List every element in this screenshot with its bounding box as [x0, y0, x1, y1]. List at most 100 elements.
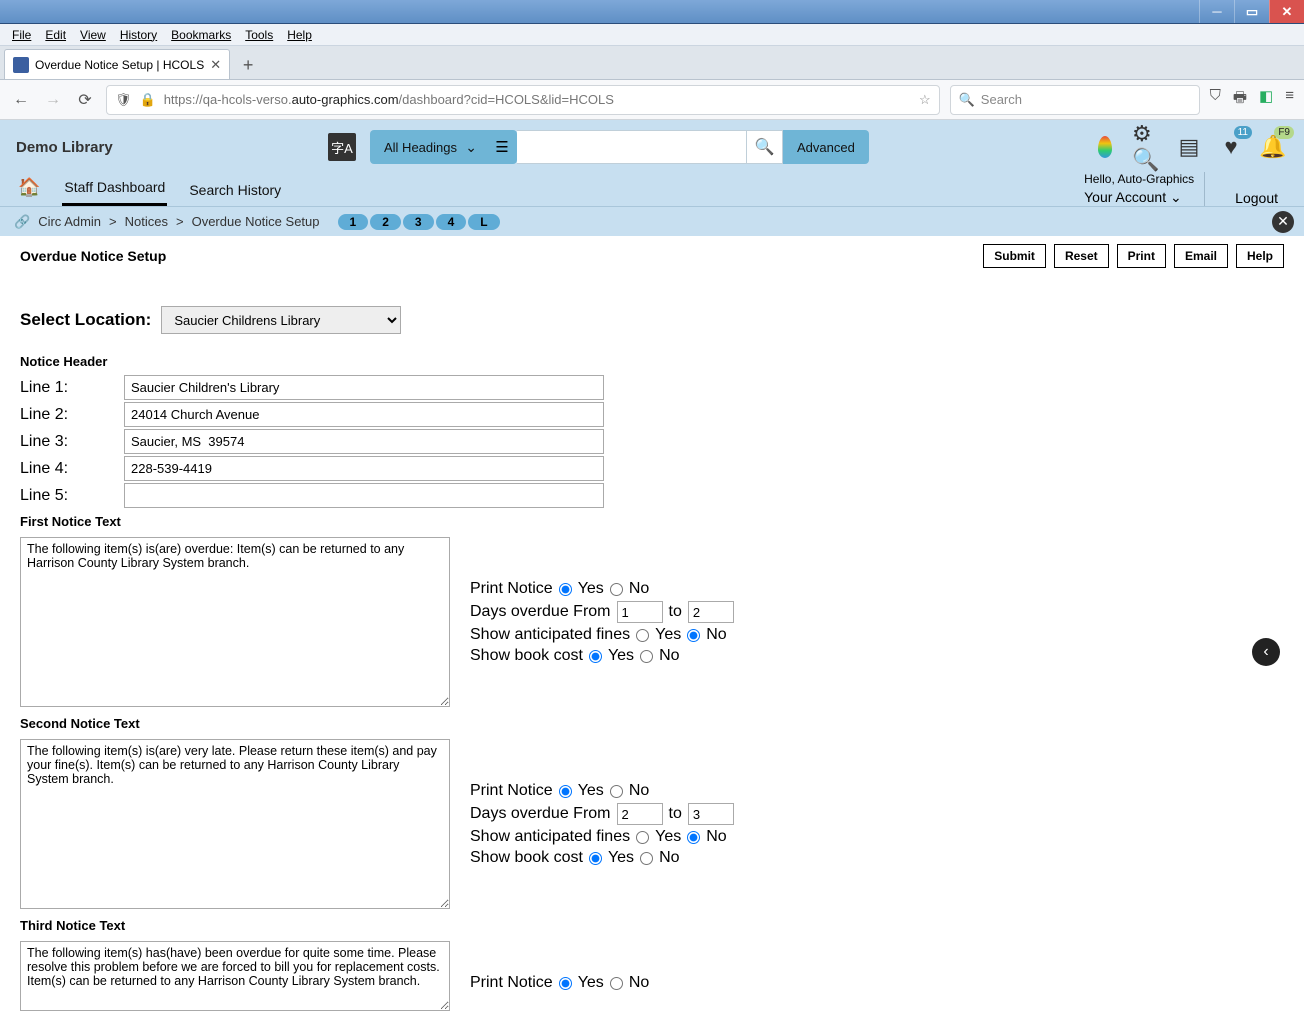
list-icon[interactable]: ▤ — [1174, 132, 1204, 162]
bookmark-star-icon[interactable]: ☆ — [919, 92, 931, 108]
menu-history[interactable]: History — [114, 26, 163, 44]
window-titlebar: ─ ▭ ✕ — [0, 0, 1304, 24]
extension-icon[interactable]: ◧ — [1259, 87, 1273, 112]
page-toolbar: Overdue Notice Setup Submit Reset Print … — [0, 236, 1304, 276]
location-label: Select Location: — [20, 310, 151, 330]
tab-bar: Overdue Notice Setup | HCOLS ✕ + — [0, 46, 1304, 80]
nav-history[interactable]: Search History — [187, 174, 283, 206]
step-3[interactable]: 3 — [403, 214, 434, 230]
pocket-icon[interactable]: ⛉ — [1210, 87, 1221, 112]
browser-search-field[interactable]: 🔍 Search — [950, 85, 1200, 115]
shield-icon: 🛡 — [115, 92, 132, 108]
line3-input[interactable] — [124, 429, 604, 454]
home-icon[interactable]: 🏠 — [16, 169, 42, 206]
database-icon[interactable]: ☰ — [487, 130, 517, 164]
logout-link[interactable]: Logout — [1225, 190, 1288, 206]
account-block[interactable]: Hello, Auto-Graphics Your Account ⌄ — [1084, 172, 1205, 206]
search-icon: 🔍 — [959, 92, 975, 108]
crumb-2[interactable]: Notices — [125, 214, 168, 229]
crumb-1[interactable]: Circ Admin — [38, 214, 101, 229]
second-days-from[interactable] — [617, 803, 663, 825]
email-button[interactable]: Email — [1174, 244, 1228, 268]
first-print-yes[interactable] — [559, 583, 572, 596]
main-search-input[interactable] — [517, 130, 747, 164]
translate-icon[interactable]: 字A — [328, 133, 356, 161]
first-days-to[interactable] — [688, 601, 734, 623]
url-field[interactable]: 🛡 🔒 https://qa-hcols-verso.auto-graphics… — [106, 85, 940, 115]
app-header: Demo Library 字A All Headings ☰ 🔍 Advance… — [0, 120, 1304, 206]
reset-button[interactable]: Reset — [1054, 244, 1109, 268]
bell-icon[interactable]: 🔔F9 — [1258, 132, 1288, 162]
second-cost-no[interactable] — [640, 852, 653, 865]
second-fines-no[interactable] — [687, 831, 700, 844]
second-days-to[interactable] — [688, 803, 734, 825]
menu-bookmarks[interactable]: Bookmarks — [165, 26, 237, 44]
window-maximize[interactable]: ▭ — [1234, 0, 1269, 23]
nav-dashboard[interactable]: Staff Dashboard — [62, 171, 167, 206]
second-notice-label: Second Notice Text — [20, 716, 1284, 731]
notice-header-label: Notice Header — [20, 354, 1284, 369]
favicon-icon — [13, 57, 29, 73]
magnify-gear-icon[interactable]: ⚙🔍 — [1132, 132, 1162, 162]
first-fines-yes[interactable] — [636, 629, 649, 642]
step-l[interactable]: L — [468, 214, 499, 230]
menu-tools[interactable]: Tools — [239, 26, 279, 44]
step-1[interactable]: 1 — [338, 214, 369, 230]
second-cost-yes[interactable] — [589, 852, 602, 865]
third-print-no[interactable] — [610, 977, 623, 990]
first-print-no[interactable] — [610, 583, 623, 596]
location-select[interactable]: Saucier Childrens Library — [161, 306, 401, 334]
first-notice-label: First Notice Text — [20, 514, 1284, 529]
line4-input[interactable] — [124, 456, 604, 481]
balloon-icon[interactable] — [1090, 132, 1120, 162]
heart-icon[interactable]: ♥11 — [1216, 132, 1246, 162]
headings-select[interactable]: All Headings — [370, 130, 487, 164]
lock-icon: 🔒 — [140, 92, 156, 108]
new-tab-button[interactable]: + — [234, 51, 262, 79]
line2-label: Line 2: — [20, 406, 116, 424]
greeting-text: Hello, Auto-Graphics — [1084, 172, 1194, 188]
browser-tab[interactable]: Overdue Notice Setup | HCOLS ✕ — [4, 49, 230, 79]
window-minimize[interactable]: ─ — [1199, 0, 1234, 23]
first-notice-textarea[interactable] — [20, 537, 450, 707]
second-cost-label: Show book cost — [470, 849, 583, 867]
submit-button[interactable]: Submit — [983, 244, 1046, 268]
your-account-link[interactable]: Your Account ⌄ — [1084, 188, 1194, 206]
second-notice-textarea[interactable] — [20, 739, 450, 909]
line1-input[interactable] — [124, 375, 604, 400]
line5-label: Line 5: — [20, 487, 116, 505]
third-notice-textarea[interactable] — [20, 941, 450, 1011]
menu-file[interactable]: File — [6, 26, 37, 44]
first-cost-label: Show book cost — [470, 647, 583, 665]
content-scroll[interactable]: Select Location: Saucier Childrens Libra… — [0, 276, 1304, 1027]
menu-view[interactable]: View — [74, 26, 112, 44]
library-name: Demo Library — [16, 139, 316, 156]
step-4[interactable]: 4 — [436, 214, 467, 230]
first-days-from[interactable] — [617, 601, 663, 623]
step-2[interactable]: 2 — [370, 214, 401, 230]
search-button[interactable]: 🔍 — [747, 130, 783, 164]
close-icon[interactable]: ✕ — [1272, 211, 1294, 233]
tab-close-icon[interactable]: ✕ — [210, 57, 221, 73]
print-button[interactable]: Print — [1117, 244, 1166, 268]
help-button[interactable]: Help — [1236, 244, 1284, 268]
first-cost-yes[interactable] — [589, 650, 602, 663]
line5-input[interactable] — [124, 483, 604, 508]
forward-button[interactable]: → — [42, 91, 64, 109]
advanced-button[interactable]: Advanced — [783, 130, 869, 164]
line2-input[interactable] — [124, 402, 604, 427]
second-print-no[interactable] — [610, 785, 623, 798]
first-cost-no[interactable] — [640, 650, 653, 663]
first-fines-no[interactable] — [687, 629, 700, 642]
hamburger-icon[interactable]: ≡ — [1285, 87, 1294, 112]
back-button[interactable]: ← — [10, 91, 32, 109]
second-fines-yes[interactable] — [636, 831, 649, 844]
window-close[interactable]: ✕ — [1269, 0, 1304, 23]
reload-button[interactable]: ⟳ — [74, 90, 96, 110]
second-print-yes[interactable] — [559, 785, 572, 798]
menu-edit[interactable]: Edit — [39, 26, 72, 44]
third-print-yes[interactable] — [559, 977, 572, 990]
menu-help[interactable]: Help — [281, 26, 318, 44]
side-collapse-icon[interactable]: ‹ — [1252, 638, 1280, 666]
print-icon[interactable]: 🖶 — [1233, 87, 1247, 112]
